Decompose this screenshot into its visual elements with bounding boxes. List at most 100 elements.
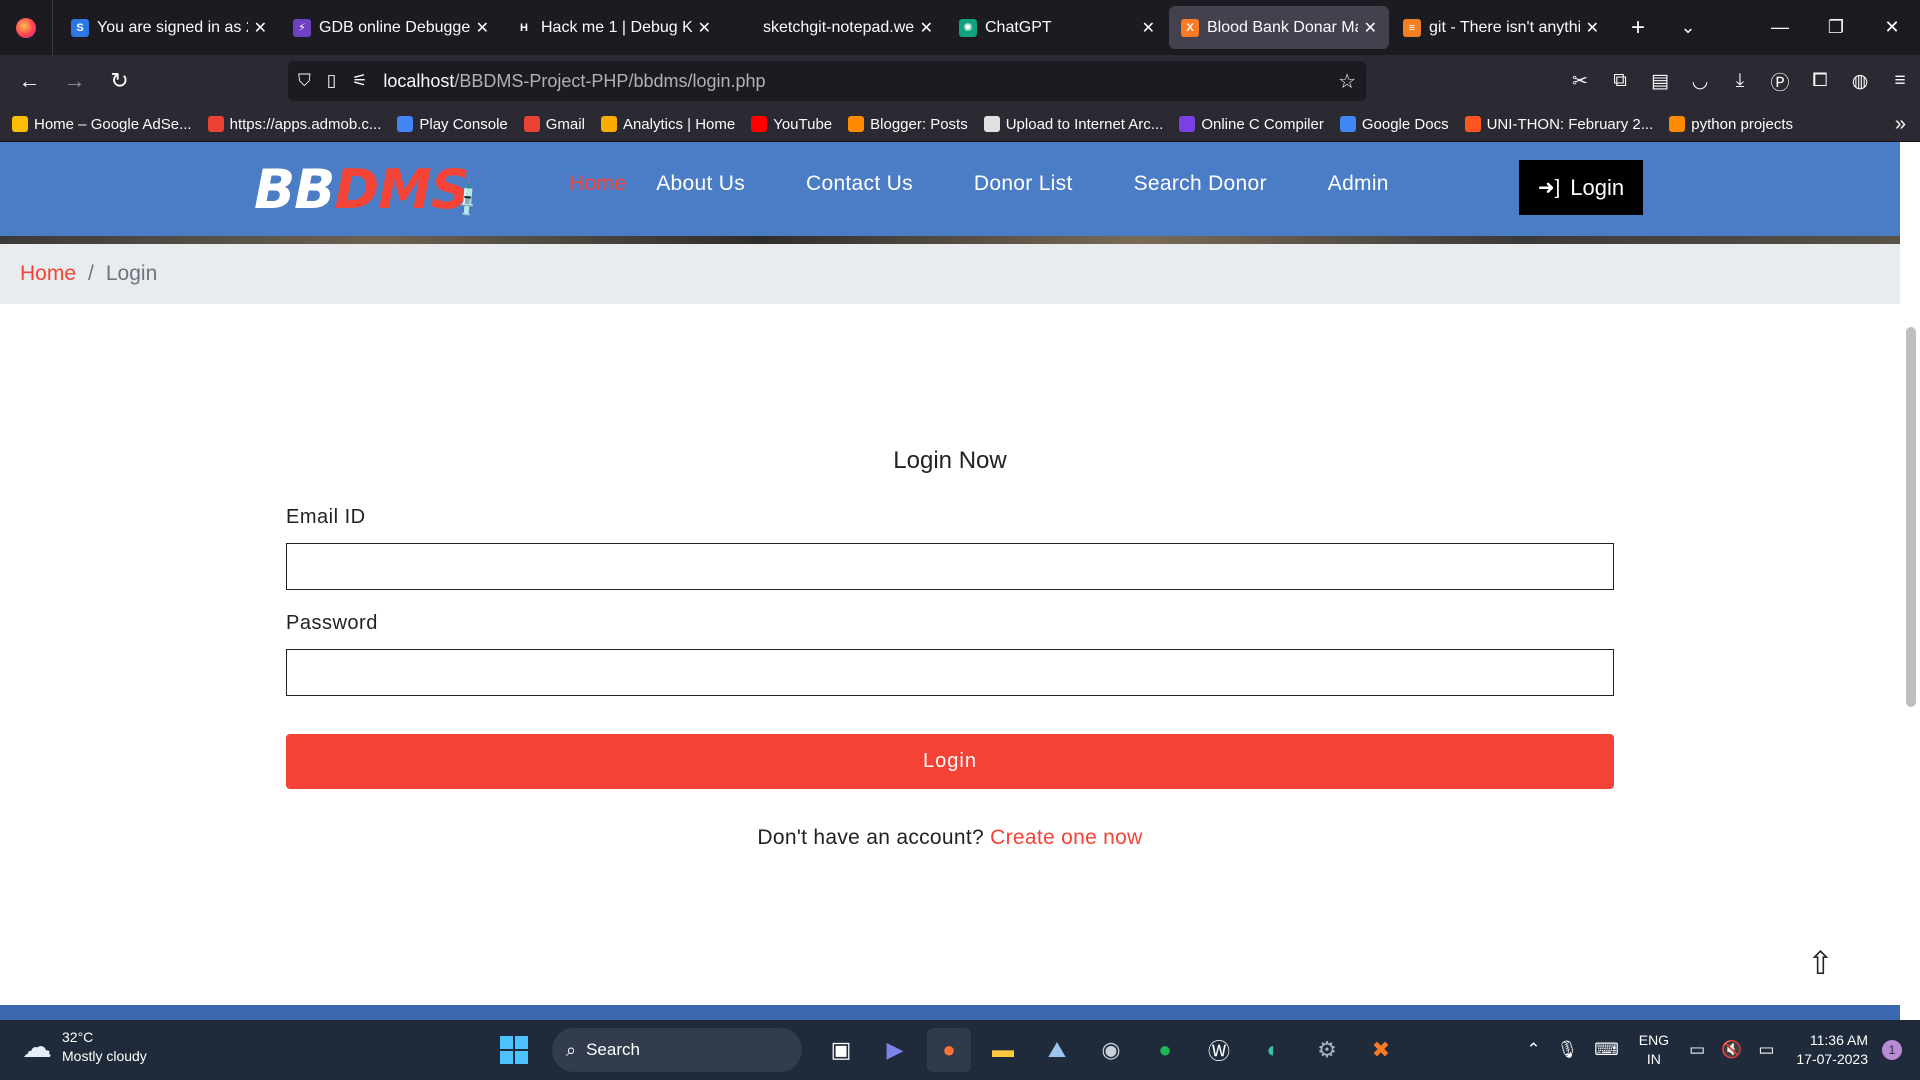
page-scrollbar[interactable] — [1900, 142, 1920, 1005]
forward-icon[interactable]: → — [52, 68, 97, 94]
nav-about-us[interactable]: About Us — [656, 172, 745, 196]
browser-tab[interactable]: X Blood Bank Donar Ma ✕ — [1169, 6, 1389, 49]
browser-toolbar: ← → ↻ ⛉ ▯ ⚟ localhost/BBDMS-Project-PHP/… — [0, 55, 1920, 107]
breadcrumb-home-link[interactable]: Home — [20, 262, 76, 286]
firefox-menu-icon[interactable] — [0, 0, 53, 55]
header-login-button[interactable]: ➜] Login — [1519, 160, 1643, 215]
file-explorer-icon[interactable]: ▬ — [981, 1028, 1025, 1072]
keyboard-icon[interactable]: ⌨ — [1594, 1040, 1619, 1060]
bookmark-label: https://apps.admob.c... — [229, 115, 382, 133]
paste-icon[interactable]: ▤ — [1640, 70, 1680, 93]
chevron-up-icon[interactable]: ⌃ — [1526, 1040, 1540, 1060]
hamburger-menu-icon[interactable]: ≡ — [1880, 70, 1920, 92]
bookmark-item[interactable]: Play Console — [397, 115, 508, 133]
volume-muted-icon[interactable]: 🔇 — [1721, 1040, 1742, 1060]
bookmark-item[interactable]: Online C Compiler — [1179, 116, 1324, 133]
close-tab-icon[interactable]: ✕ — [1364, 18, 1377, 38]
bookmark-item[interactable]: YouTube — [751, 116, 832, 133]
network-icon[interactable]: ▭ — [1689, 1040, 1705, 1060]
close-tab-icon[interactable]: ✕ — [1586, 18, 1599, 38]
permissions-icon[interactable]: ⚟ — [352, 71, 367, 91]
login-submit-button[interactable]: Login — [286, 734, 1614, 789]
download-icon[interactable]: ⤓ — [1720, 70, 1760, 92]
new-tab-icon[interactable]: + — [1613, 14, 1663, 42]
nav-admin[interactable]: Admin — [1328, 172, 1389, 196]
bookmarks-overflow-icon[interactable]: » — [1895, 113, 1906, 136]
bookmark-item[interactable]: https://apps.admob.c... — [207, 115, 382, 133]
bookmark-item[interactable]: Upload to Internet Arc... — [983, 116, 1163, 133]
copy-icon[interactable]: ⧉ — [1600, 70, 1640, 92]
bookmark-label: Gmail — [545, 115, 585, 133]
bookmark-label: Analytics | Home — [622, 115, 736, 133]
word-icon[interactable]: Ⓦ — [1197, 1028, 1241, 1072]
close-tab-icon[interactable]: ✕ — [254, 18, 267, 38]
extensions-icon[interactable]: ⧠ — [1800, 70, 1840, 92]
tab-label: Blood Bank Donar Ma — [1207, 18, 1358, 36]
language-indicator[interactable]: ENG IN — [1639, 1031, 1669, 1069]
camera-icon[interactable]: ◉ — [1089, 1028, 1133, 1072]
battery-icon[interactable]: ▭ — [1758, 1040, 1774, 1060]
bookmark-item[interactable]: Gmail — [523, 115, 585, 133]
edge-icon[interactable]: ◐ — [1251, 1028, 1295, 1072]
nav-search-donor[interactable]: Search Donor — [1134, 172, 1267, 196]
nav-donor-list[interactable]: Donor List — [974, 172, 1073, 196]
browser-tab[interactable]: ≡ git - There isn't anythir ✕ — [1391, 6, 1611, 49]
clock[interactable]: 11:36 AM 17-07-2023 — [1796, 1031, 1868, 1069]
bookmark-item[interactable]: Google Docs — [1339, 116, 1449, 133]
task-view-icon[interactable]: ▣ — [819, 1028, 863, 1072]
bookmark-label: Play Console — [419, 115, 508, 133]
create-account-link[interactable]: Create one now — [990, 826, 1142, 849]
list-tabs-icon[interactable]: ⌄ — [1663, 17, 1713, 38]
tab-label: ChatGPT — [985, 18, 1052, 36]
close-tab-icon[interactable]: ✕ — [1142, 18, 1155, 38]
stackoverflow-favicon-icon: ≡ — [1403, 18, 1421, 37]
browser-tab[interactable]: ✺ ChatGPT ✕ — [947, 6, 1167, 49]
windows-start-icon[interactable] — [500, 1036, 528, 1064]
browser-tab[interactable]: H Hack me 1 | Debug Kir ✕ — [503, 6, 723, 49]
address-bar[interactable]: ⛉ ▯ ⚟ localhost/BBDMS-Project-PHP/bbdms/… — [288, 61, 1366, 101]
taskbar-search[interactable]: ⌕ Search — [552, 1028, 802, 1072]
nav-contact-us[interactable]: Contact Us — [806, 172, 913, 196]
minimize-icon[interactable]: — — [1752, 17, 1808, 38]
reload-icon[interactable]: ↻ — [97, 68, 142, 94]
bookmark-item[interactable]: Home – Google AdSe... — [12, 116, 192, 133]
weather-status: Mostly cloudy — [62, 1048, 147, 1064]
close-tab-icon[interactable]: ✕ — [476, 18, 489, 38]
breadcrumb-separator: / — [88, 262, 94, 285]
close-window-icon[interactable]: ✕ — [1864, 17, 1920, 38]
restore-icon[interactable]: ❐ — [1808, 17, 1864, 38]
back-icon[interactable]: ← — [7, 68, 52, 94]
password-field[interactable] — [286, 649, 1614, 696]
bookmark-item[interactable]: Blogger: Posts — [848, 116, 968, 133]
bookmark-item[interactable]: python projects — [1669, 116, 1793, 133]
close-tab-icon[interactable]: ✕ — [920, 18, 933, 38]
profile-icon[interactable]: Ⓟ — [1760, 68, 1800, 95]
site-logo[interactable]: BBDMS — [254, 158, 470, 221]
bookmark-item[interactable]: UNI-THON: February 2... — [1464, 116, 1653, 133]
teams-icon[interactable]: ▶ — [873, 1028, 917, 1072]
xampp-icon[interactable]: ✖ — [1359, 1028, 1403, 1072]
mouse-extension-icon[interactable]: ◍ — [1840, 70, 1880, 93]
site-header: BBDMS 💉 Home About Us Contact Us Donor List… — [0, 142, 1900, 236]
firefox-taskbar-icon[interactable]: ● — [927, 1028, 971, 1072]
nav-home[interactable]: Home — [569, 172, 626, 196]
scroll-to-top-icon[interactable]: ⇧ — [1807, 944, 1834, 982]
photos-icon[interactable]: ⛰ — [1035, 1028, 1079, 1072]
bookmark-item[interactable]: Analytics | Home — [600, 115, 736, 133]
page-icon[interactable]: ▯ — [327, 71, 336, 91]
notification-badge[interactable]: 1 — [1882, 1040, 1902, 1060]
cut-icon[interactable]: ✂ — [1560, 70, 1600, 93]
spotify-icon[interactable]: ● — [1143, 1028, 1187, 1072]
pocket-icon[interactable]: ◡ — [1680, 70, 1720, 93]
shield-icon[interactable]: ⛉ — [298, 71, 311, 91]
settings-icon[interactable]: ⚙ — [1305, 1028, 1349, 1072]
email-field[interactable] — [286, 543, 1614, 590]
close-tab-icon[interactable]: ✕ — [698, 18, 711, 38]
signup-prompt: Don't have an account? Create one now — [0, 826, 1900, 850]
browser-tab[interactable]: S You are signed in as 2(✕ — [59, 6, 279, 49]
microphone-icon[interactable]: 🎙 — [1557, 1040, 1579, 1060]
bookmark-star-icon[interactable]: ☆ — [1338, 69, 1356, 94]
weather-widget[interactable]: ☁ 32°C Mostly cloudy — [22, 1028, 147, 1066]
browser-tab[interactable]: ⚡ GDB online Debugger ✕ — [281, 6, 501, 49]
browser-tab[interactable]: sketchgit-notepad.web.ap ✕ — [725, 6, 945, 49]
